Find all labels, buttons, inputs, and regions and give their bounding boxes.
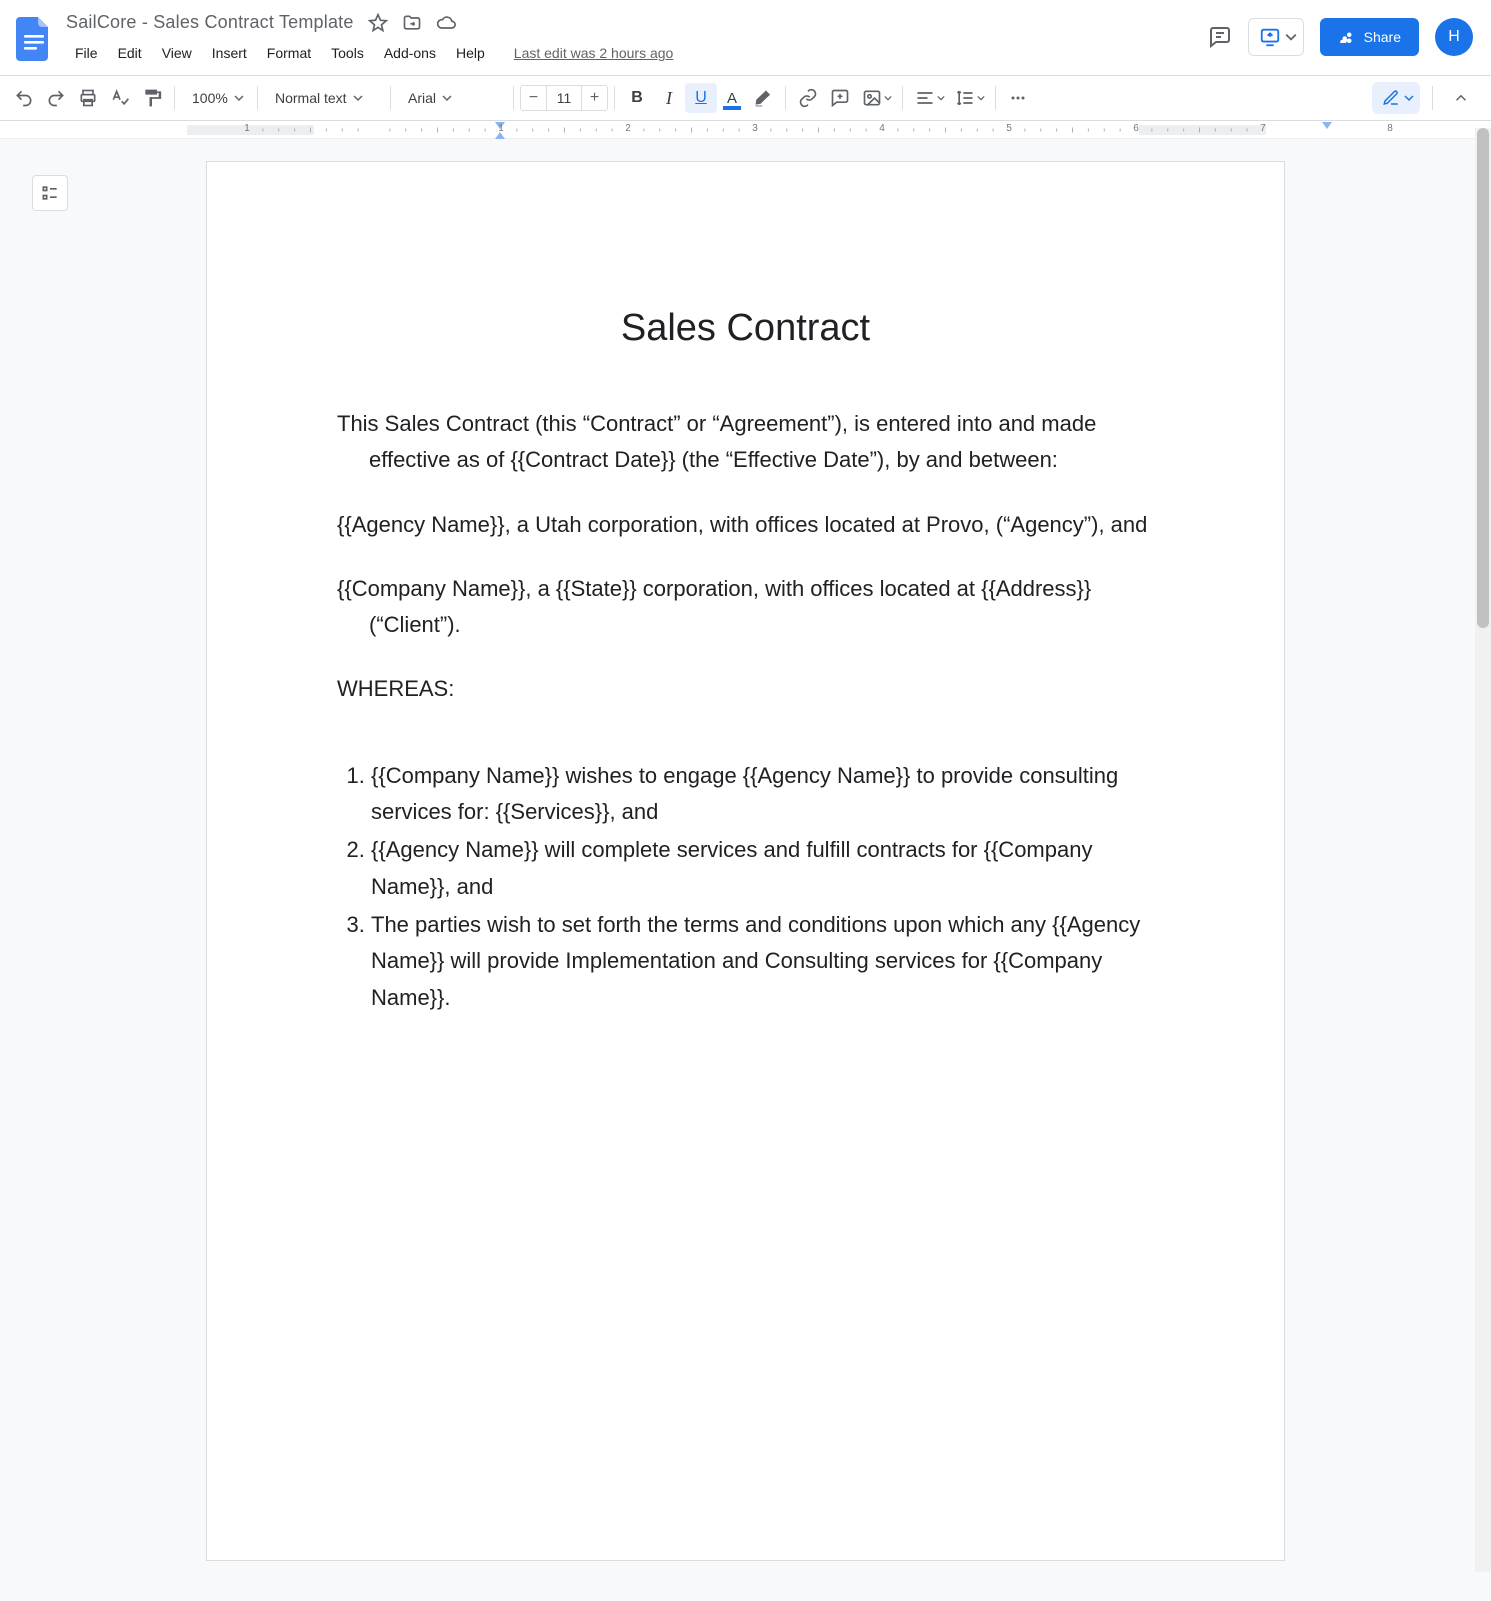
toolbar: 100% Normal text Arial − 11 + B I U A	[0, 75, 1491, 121]
font-size-value[interactable]: 11	[547, 90, 581, 106]
spellcheck-button[interactable]	[104, 83, 136, 113]
document-title[interactable]: SailCore - Sales Contract Template	[66, 12, 354, 33]
undo-button[interactable]	[8, 83, 40, 113]
docs-app-icon[interactable]	[14, 14, 54, 64]
highlight-color-button[interactable]	[747, 83, 779, 113]
align-caret[interactable]	[937, 94, 949, 102]
document-outline-button[interactable]	[32, 175, 68, 211]
canvas: Sales Contract This Sales Contract (this…	[0, 139, 1491, 1601]
menu-edit[interactable]: Edit	[109, 41, 151, 65]
doc-ordered-list[interactable]: {{Company Name}} wishes to engage {{Agen…	[337, 758, 1154, 1016]
more-toolbar-button[interactable]	[1002, 83, 1034, 113]
text-color-button[interactable]: A	[717, 83, 747, 113]
bold-button[interactable]: B	[621, 83, 653, 113]
paragraph-style-combo[interactable]: Normal text	[264, 83, 384, 113]
right-indent-marker[interactable]	[1322, 122, 1332, 129]
doc-paragraph[interactable]: This Sales Contract (this “Contract” or …	[337, 406, 1154, 479]
cloud-status-icon[interactable]	[436, 13, 456, 33]
menu-help[interactable]: Help	[447, 41, 494, 65]
star-icon[interactable]	[368, 13, 388, 33]
titlebar: SailCore - Sales Contract Template File …	[0, 0, 1491, 71]
page[interactable]: Sales Contract This Sales Contract (this…	[206, 161, 1285, 1561]
menu-tools[interactable]: Tools	[322, 41, 373, 65]
ruler-num: 8	[1387, 123, 1393, 134]
font-family-combo[interactable]: Arial	[397, 83, 507, 113]
menu-format[interactable]: Format	[258, 41, 320, 65]
font-family-value: Arial	[408, 90, 436, 106]
share-button[interactable]: Share	[1320, 18, 1419, 56]
line-spacing-caret[interactable]	[977, 94, 989, 102]
ruler[interactable]: 1 1 2 3 4 5 6 7 8	[0, 121, 1491, 139]
menu-addons[interactable]: Add-ons	[375, 41, 445, 65]
move-folder-icon[interactable]	[402, 13, 422, 33]
editing-mode-button[interactable]	[1372, 82, 1420, 114]
redo-button[interactable]	[40, 83, 72, 113]
account-avatar[interactable]: H	[1435, 18, 1473, 56]
underline-button[interactable]: U	[685, 83, 717, 113]
last-edit-link[interactable]: Last edit was 2 hours ago	[514, 45, 674, 61]
doc-paragraph[interactable]: WHEREAS:	[337, 671, 1154, 707]
paragraph-style-value: Normal text	[275, 90, 347, 106]
doc-list-item[interactable]: {{Company Name}} wishes to engage {{Agen…	[371, 758, 1154, 831]
vertical-scrollbar[interactable]	[1475, 128, 1491, 1572]
menu-bar: File Edit View Insert Format Tools Add-o…	[64, 33, 1208, 71]
doc-list-item[interactable]: {{Agency Name}} will complete services a…	[371, 832, 1154, 905]
zoom-combo[interactable]: 100%	[181, 83, 251, 113]
insert-image-caret[interactable]	[884, 94, 896, 102]
present-button[interactable]	[1248, 18, 1304, 56]
insert-link-button[interactable]	[792, 83, 824, 113]
italic-button[interactable]: I	[653, 83, 685, 113]
scrollbar-thumb[interactable]	[1477, 128, 1489, 628]
share-button-label: Share	[1364, 29, 1401, 45]
doc-paragraph[interactable]: {{Agency Name}}, a Utah corporation, wit…	[337, 507, 1154, 543]
menu-view[interactable]: View	[153, 41, 201, 65]
doc-list-item[interactable]: The parties wish to set forth the terms …	[371, 907, 1154, 1016]
print-button[interactable]	[72, 83, 104, 113]
hide-menus-button[interactable]	[1445, 82, 1477, 114]
comment-history-icon[interactable]	[1208, 25, 1232, 49]
add-comment-button[interactable]	[824, 83, 856, 113]
doc-paragraph[interactable]: {{Company Name}}, a {{State}} corporatio…	[337, 571, 1154, 644]
doc-heading[interactable]: Sales Contract	[337, 307, 1154, 350]
font-size-decrease[interactable]: −	[520, 85, 546, 111]
zoom-value: 100%	[192, 90, 228, 106]
font-size-control: − 11 +	[520, 85, 608, 111]
paint-format-button[interactable]	[136, 83, 168, 113]
font-size-increase[interactable]: +	[582, 85, 608, 111]
menu-file[interactable]: File	[66, 41, 107, 65]
menu-insert[interactable]: Insert	[203, 41, 256, 65]
